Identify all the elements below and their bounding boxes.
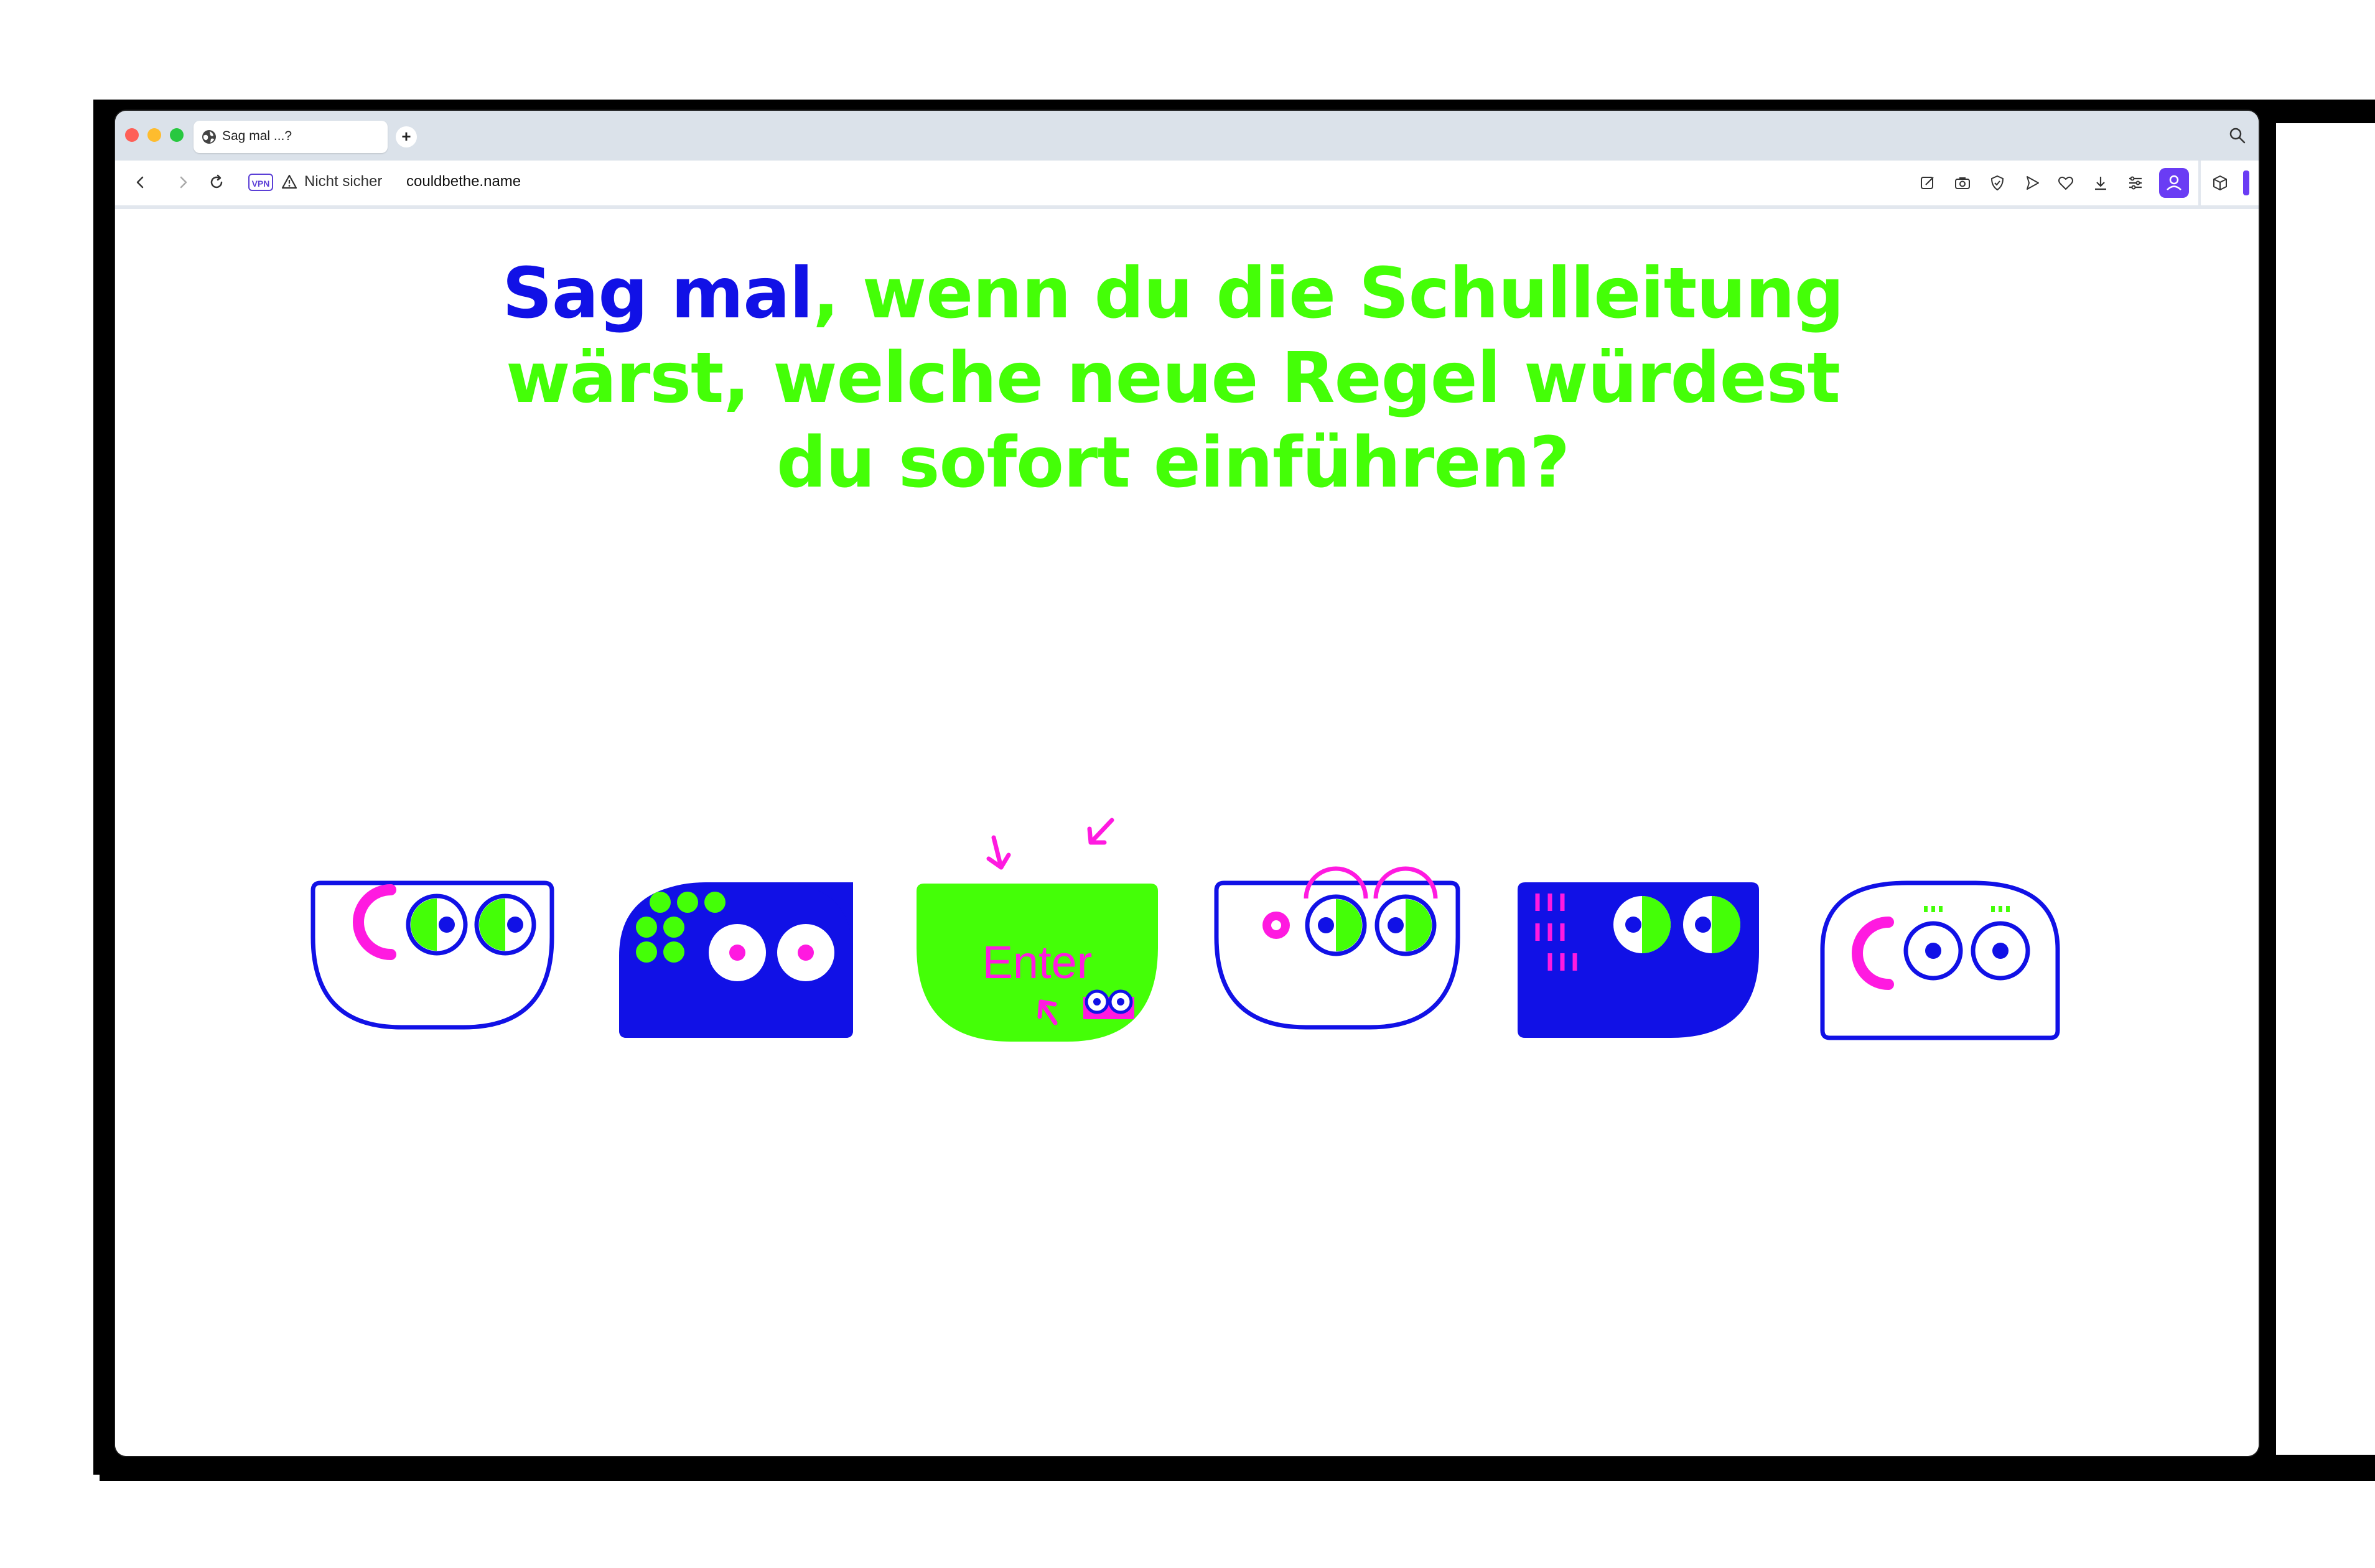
url-field[interactable]: couldbethe.name	[406, 173, 521, 190]
enter-label: Enter	[982, 936, 1093, 988]
face-button-5[interactable]	[1518, 882, 1759, 1038]
profile-icon	[2167, 175, 2181, 190]
browser-window: Sag mal ...? + VPN Nicht sicher couldbet…	[115, 111, 2259, 1456]
address-bar: VPN Nicht sicher couldbethe.name	[115, 161, 2259, 209]
sidebar-toggle[interactable]	[2243, 170, 2249, 195]
face-button-2[interactable]	[619, 882, 853, 1038]
search-icon[interactable]	[2228, 126, 2247, 146]
face-button-1[interactable]	[310, 880, 554, 1030]
globe-icon	[202, 130, 216, 144]
reload-icon[interactable]	[206, 172, 227, 193]
shield-icon[interactable]	[1987, 172, 2008, 194]
vpn-badge[interactable]: VPN	[248, 174, 273, 191]
profile-button[interactable]	[2159, 168, 2189, 198]
face-button-6[interactable]	[1820, 880, 2060, 1040]
forward-icon[interactable]	[172, 172, 194, 193]
tab-title: Sag mal ...?	[222, 129, 292, 143]
new-tab-button[interactable]: +	[396, 126, 417, 147]
menu-icon[interactable]	[2125, 172, 2146, 194]
side-panel	[2276, 123, 2375, 1455]
tab-bar: Sag mal ...? +	[115, 111, 2259, 161]
browser-tab[interactable]: Sag mal ...?	[194, 121, 388, 153]
maximize-window-button[interactable]	[170, 128, 184, 142]
face-button-4[interactable]	[1214, 866, 1460, 1030]
heart-icon[interactable]	[2055, 172, 2076, 194]
cube-icon[interactable]	[2209, 172, 2231, 194]
back-icon[interactable]	[130, 172, 151, 193]
download-icon[interactable]	[2090, 172, 2111, 194]
warning-icon	[281, 174, 297, 189]
camera-icon[interactable]	[1952, 172, 1973, 194]
close-window-button[interactable]	[125, 128, 139, 142]
minimize-window-button[interactable]	[147, 128, 161, 142]
enter-button[interactable]: Enter	[917, 818, 1158, 1042]
security-status[interactable]: Nicht sicher	[304, 173, 382, 190]
send-icon[interactable]	[2022, 172, 2043, 194]
face-buttons: Enter	[310, 818, 2060, 1042]
page-content: Sag mal, wenn du die Schulleitung wärst,…	[115, 209, 2259, 1456]
edit-icon[interactable]	[1917, 172, 1938, 194]
toolbar-separator	[2198, 161, 2201, 205]
